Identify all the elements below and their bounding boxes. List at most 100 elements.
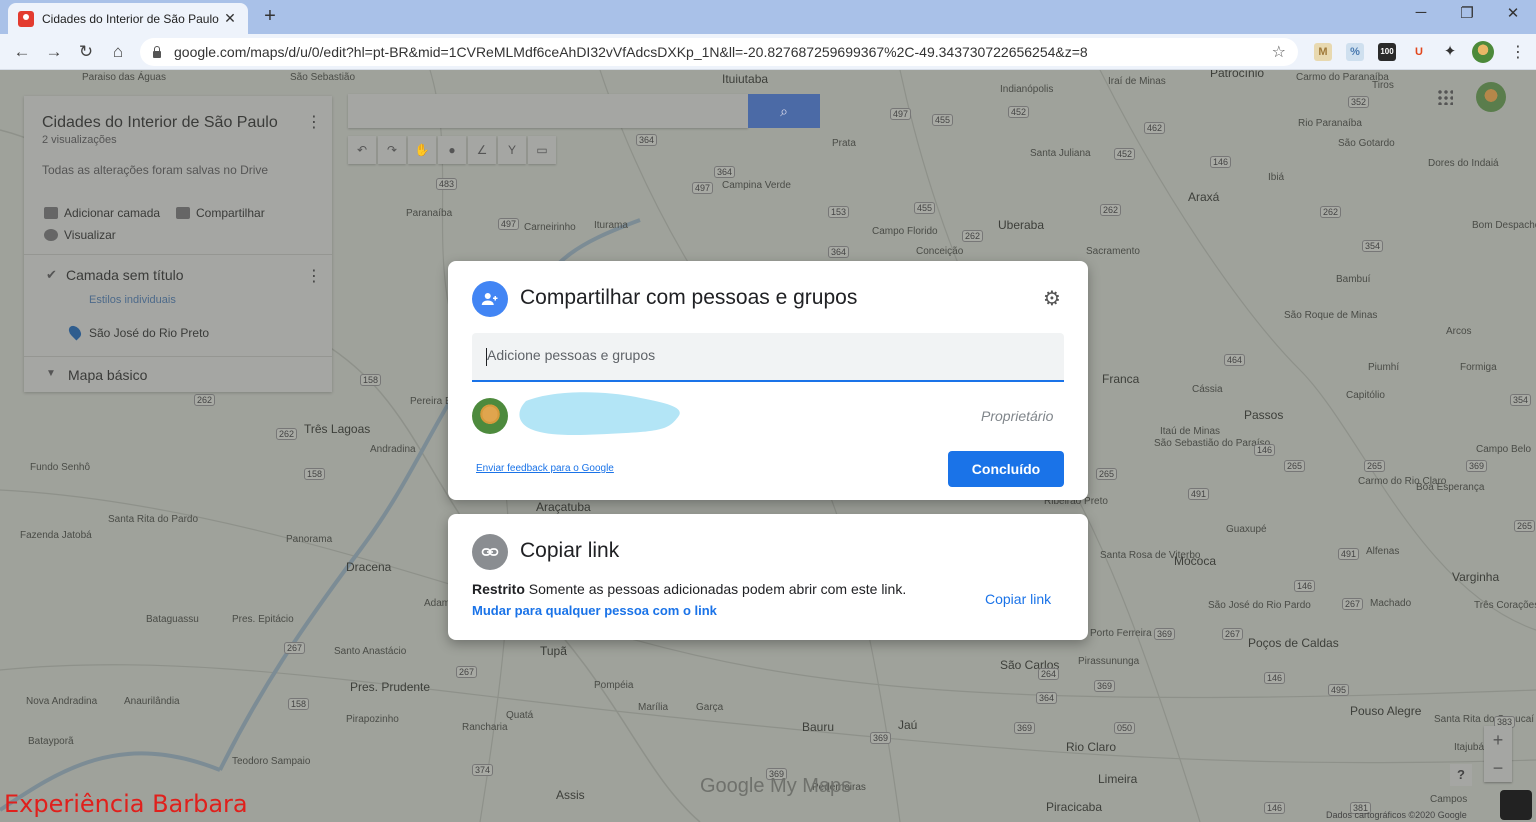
- help-icon[interactable]: ?: [1450, 764, 1472, 786]
- undo-icon[interactable]: ↶: [348, 136, 376, 164]
- city-label: Capitólio: [1346, 390, 1385, 401]
- base-map-label[interactable]: Mapa básico: [68, 367, 147, 383]
- maximize-icon[interactable]: ❐: [1452, 4, 1482, 22]
- city-label: São José do Rio Pardo: [1208, 600, 1311, 611]
- road-shield: 374: [472, 764, 494, 776]
- road-shield: 369: [870, 732, 892, 744]
- city-label: Campo Belo: [1476, 444, 1532, 455]
- preview-label: Visualizar: [64, 228, 116, 242]
- city-label: Bom Despacho: [1472, 220, 1536, 231]
- road-shield: 050: [1114, 722, 1136, 734]
- address-bar[interactable]: google.com/maps/d/u/0/edit?hl=pt-BR&mid=…: [140, 38, 1298, 66]
- layer-name[interactable]: Camada sem título: [66, 267, 184, 283]
- road-shield: 265: [1096, 468, 1118, 480]
- extension-link-icon[interactable]: %: [1346, 43, 1364, 61]
- change-access-link[interactable]: Mudar para qualquer pessoa com o link: [472, 603, 717, 618]
- city-label: São Gotardo: [1338, 138, 1395, 149]
- redo-icon[interactable]: ↷: [378, 136, 406, 164]
- maps-pin-icon: [18, 10, 34, 27]
- settings-gear-icon[interactable]: ⚙: [1040, 287, 1064, 311]
- road-shield: 452: [1114, 148, 1136, 160]
- city-label: Arcos: [1446, 326, 1472, 337]
- ruler-icon[interactable]: ▭: [528, 136, 556, 164]
- city-label: Passos: [1244, 408, 1284, 422]
- apps-grid-icon[interactable]: [1437, 89, 1453, 105]
- link-fab-icon[interactable]: [1500, 790, 1532, 820]
- map-options-icon[interactable]: ⋮: [306, 112, 322, 132]
- road-shield: 369: [1466, 460, 1488, 472]
- individual-styles-link[interactable]: Estilos individuais: [89, 294, 176, 306]
- extension-u-icon[interactable]: U: [1410, 43, 1428, 61]
- share-dialog: Compartilhar com pessoas e grupos ⚙ Adic…: [448, 261, 1088, 500]
- copy-link-button[interactable]: Copiar link: [985, 591, 1051, 607]
- city-label: Mococa: [1174, 554, 1217, 568]
- extensions-puzzle-icon[interactable]: ✦: [1441, 43, 1459, 61]
- watermark: Experiência Barbara: [4, 790, 248, 818]
- minimize-icon[interactable]: ─: [1406, 4, 1436, 21]
- road-shield: 262: [1100, 204, 1122, 216]
- account-avatar[interactable]: [1476, 82, 1506, 112]
- preview-button[interactable]: Visualizar: [44, 228, 116, 242]
- extension-m-icon[interactable]: M: [1314, 43, 1332, 61]
- city-label: Araçatuba: [536, 500, 591, 514]
- share-button[interactable]: Compartilhar: [176, 206, 265, 220]
- new-tab-button[interactable]: +: [258, 5, 282, 29]
- share-dialog-title: Compartilhar com pessoas e grupos: [520, 286, 858, 309]
- draw-line-icon[interactable]: ∠: [468, 136, 496, 164]
- city-label: Rancharia: [462, 722, 508, 733]
- reload-icon[interactable]: ↻: [74, 40, 98, 64]
- city-label: Teodoro Sampaio: [232, 756, 311, 767]
- layer-options-icon[interactable]: ⋮: [306, 266, 322, 286]
- road-shield: 462: [1144, 122, 1166, 134]
- city-label: Sacramento: [1086, 246, 1140, 257]
- expand-base-map-icon[interactable]: ▼: [46, 368, 56, 379]
- copy-link-dialog: Copiar link Restrito Somente as pessoas …: [448, 514, 1088, 640]
- road-shield: 264: [1038, 668, 1060, 680]
- browser-menu-icon[interactable]: ⋮: [1510, 42, 1526, 62]
- close-tab-icon[interactable]: ✕: [222, 10, 238, 27]
- place-item[interactable]: São José do Rio Preto: [89, 326, 209, 340]
- road-shield: 153: [828, 206, 850, 218]
- add-people-input[interactable]: Adicione pessoas e grupos: [472, 333, 1064, 382]
- layer-checkbox[interactable]: ✔: [46, 267, 57, 283]
- road-shield: 354: [1362, 240, 1384, 252]
- city-label: São Sebastião do Paraíso: [1154, 438, 1271, 449]
- bookmark-star-icon[interactable]: ☆: [1272, 42, 1286, 62]
- feedback-link[interactable]: Enviar feedback para o Google: [476, 463, 614, 474]
- road-shield: 464: [1224, 354, 1246, 366]
- lock-icon[interactable]: [152, 46, 162, 58]
- profile-avatar[interactable]: [1472, 41, 1494, 63]
- city-label: Itaú de Minas: [1160, 426, 1221, 437]
- zoom-out-icon[interactable]: −: [1484, 754, 1512, 782]
- map-search-input[interactable]: [348, 94, 748, 128]
- city-label: Tiros: [1372, 80, 1394, 91]
- city-label: Quatá: [506, 710, 534, 721]
- divider: [24, 356, 332, 357]
- done-button[interactable]: Concluído: [948, 451, 1064, 487]
- city-label: Prata: [832, 138, 856, 149]
- city-label: Carneirinho: [524, 222, 576, 233]
- add-layer-button[interactable]: Adicionar camada: [44, 206, 160, 220]
- city-label: Uberaba: [998, 218, 1045, 232]
- city-label: Guaxupé: [1226, 524, 1267, 535]
- city-label: Santa Rita do Sapucaí: [1434, 714, 1535, 725]
- hand-icon[interactable]: ✋: [408, 136, 436, 164]
- zoom-control[interactable]: + −: [1484, 726, 1512, 782]
- city-label: Bambuí: [1336, 274, 1371, 285]
- extension-100-icon[interactable]: 100: [1378, 43, 1396, 61]
- city-label: Piumhí: [1368, 362, 1400, 373]
- map-search-button[interactable]: ⌕: [748, 94, 820, 128]
- back-icon[interactable]: ←: [10, 40, 34, 64]
- marker-icon[interactable]: ●: [438, 136, 466, 164]
- city-label: Dores do Indaiá: [1428, 158, 1499, 169]
- home-icon[interactable]: ⌂: [106, 40, 130, 64]
- close-window-icon[interactable]: ✕: [1498, 4, 1528, 22]
- city-label: Conceição: [916, 246, 964, 257]
- directions-icon[interactable]: Y: [498, 136, 526, 164]
- browser-tab[interactable]: Cidades do Interior de São Paulo ✕: [8, 3, 248, 34]
- map-title[interactable]: Cidades do Interior de São Paulo: [42, 114, 278, 132]
- forward-icon[interactable]: →: [42, 40, 66, 64]
- city-label: Bataguassu: [146, 614, 199, 625]
- city-label: Batayporã: [28, 736, 74, 747]
- zoom-in-icon[interactable]: +: [1484, 726, 1512, 754]
